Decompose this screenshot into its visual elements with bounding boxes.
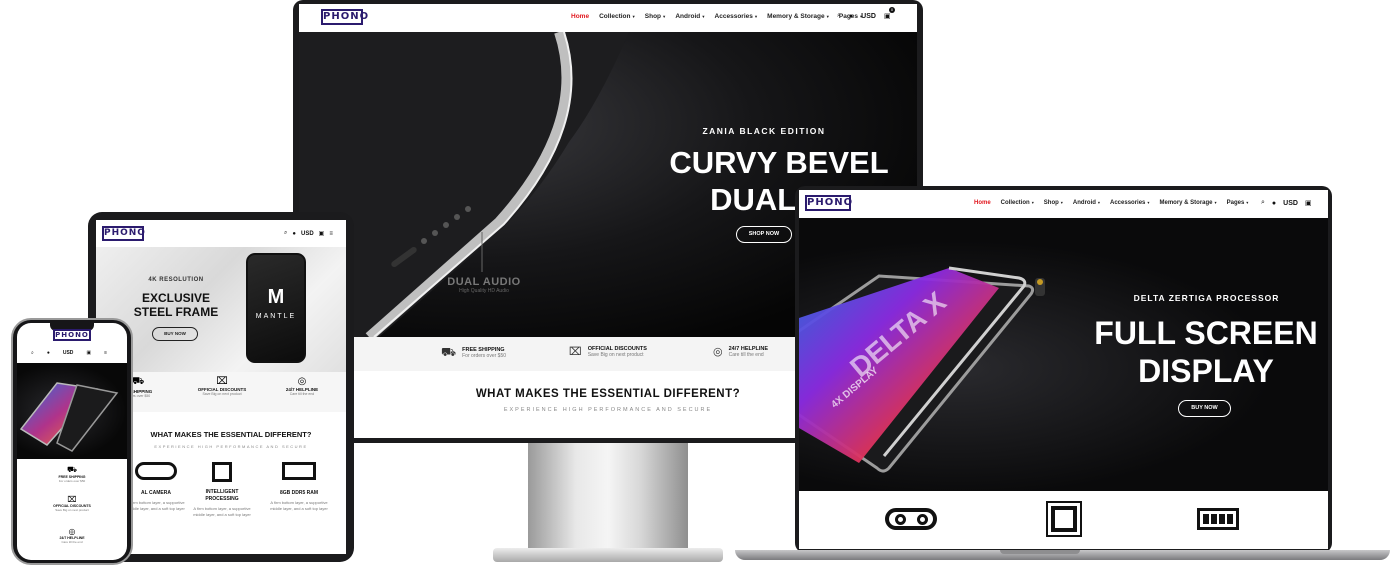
nav-home[interactable]: Home (974, 200, 991, 206)
feature-official-discounts: ⌧ OFFICIAL DISCOUNTS Save Big on next pr… (188, 376, 256, 396)
cart-icon[interactable]: ▣ (86, 350, 91, 356)
headset-icon: ◎ (68, 527, 76, 536)
processor-icon (1051, 506, 1077, 532)
currency-selector[interactable]: USD (861, 13, 876, 20)
main-nav: Home Collection ▾ Shop ▾ Android ▾ Accessor… (974, 200, 1248, 206)
discount-icon: ⌧ (216, 376, 228, 387)
site-logo[interactable]: PHONO (53, 329, 91, 341)
feature-helpline: ◎ 24/7 HELPLINE Care till the end (713, 345, 769, 359)
nav-android[interactable]: Android ▾ (675, 13, 704, 20)
section-title: WHAT MAKES THE ESSENTIAL DIFFERENT? (150, 430, 312, 439)
mantle-logo-icon: M (267, 286, 285, 308)
headset-icon: ◎ (713, 346, 723, 358)
feature-card-camera: AL CAMERA A firm bottom layer, a support… (126, 462, 186, 512)
cart-count: 0 (888, 7, 895, 13)
monitor-stand-base (493, 548, 723, 562)
processor-icon (212, 462, 232, 482)
header-icons: ⌕ ● USD ▣ ≡ (284, 230, 333, 237)
nav-collection[interactable]: Collection ▾ (599, 13, 635, 20)
phone-hero (17, 363, 127, 459)
tablet-screen: PHONO ⌕ ● USD ▣ ≡ 4K RESOLUTION EXCLUSIV… (96, 220, 346, 554)
hero-title: FULL SCREEN DISPLAY (1094, 315, 1318, 389)
nav-shop[interactable]: Shop ▾ (645, 13, 666, 20)
hero-kicker: ZANIA BLACK EDITION (702, 126, 826, 136)
search-icon[interactable]: ⌕ (1261, 199, 1265, 207)
site-logo[interactable]: PHONO (805, 195, 852, 211)
main-nav: Home Collection ▾ Shop ▾ Android ▾ Accessor… (571, 13, 862, 20)
header-icons: ⌕ ● USD ▣ 0 (837, 7, 895, 20)
header-icons: ⌕ ● USD ▣ (1261, 199, 1312, 207)
nav-memory-storage[interactable]: Memory & Storage ▾ (767, 13, 829, 20)
user-icon[interactable]: ● (292, 231, 296, 237)
shop-now-button[interactable]: SHOP NOW (736, 226, 792, 243)
nav-collection[interactable]: Collection ▾ (1001, 200, 1034, 206)
nav-shop[interactable]: Shop ▾ (1044, 200, 1063, 206)
phone-feature-shipping: ⛟ FREE SHIPPING For orders over $50 (17, 465, 127, 483)
laptop-hero: DELTA X 4X DISPLAY DELTA ZERTIGA PROCESS… (799, 218, 1328, 491)
camera-icon (135, 462, 177, 480)
menu-icon[interactable]: ≡ (104, 350, 107, 356)
truck-icon: ⛟ (66, 465, 78, 474)
ram-icon (1197, 508, 1239, 530)
feature-official-discounts: ⌧ OFFICIAL DISCOUNTS Save Big on next pro… (569, 345, 647, 359)
buy-now-button[interactable]: BUY NOW (1178, 400, 1231, 417)
laptop-notch (1000, 550, 1080, 554)
hero-title: EXCLUSIVE STEEL FRAME (133, 291, 219, 319)
feature-free-shipping: ⛟ FREE SHIPPING For orders over $50 (441, 345, 507, 359)
discount-icon: ⌧ (67, 495, 77, 504)
nav-android[interactable]: Android ▾ (1073, 200, 1100, 206)
user-icon[interactable]: ● (47, 350, 50, 356)
site-logo[interactable]: PHONO (102, 226, 145, 241)
currency-selector[interactable]: USD (1283, 200, 1298, 207)
tablet-hero: 4K RESOLUTION EXCLUSIVE STEEL FRAME BUY … (96, 247, 346, 372)
camera-icon (885, 508, 937, 530)
phone-feature-helpline: ◎ 24/7 HELPLINE Care till the end (17, 527, 127, 544)
user-icon[interactable]: ● (849, 13, 853, 20)
hero-kicker: DELTA ZERTIGA PROCESSOR (1133, 293, 1280, 303)
buy-now-button[interactable]: BUY NOW (152, 327, 198, 341)
nav-home[interactable]: Home (571, 13, 589, 20)
nav-accessories[interactable]: Accessories ▾ (1110, 200, 1149, 206)
ram-icon (282, 462, 316, 480)
nav-memory-storage[interactable]: Memory & Storage ▾ (1159, 200, 1216, 206)
currency-selector[interactable]: USD (301, 231, 314, 237)
dual-audio-label: DUAL AUDIO High Quality HD Audio (447, 276, 521, 294)
features-row: ⛟ TE SHIPPING orders over $50 ⌧ OFFICIAL… (96, 372, 346, 412)
discount-icon: ⌧ (569, 346, 582, 358)
menu-icon[interactable]: ≡ (329, 231, 333, 237)
currency-selector[interactable]: USD (63, 350, 74, 356)
mantle-phone-image: M MANTLE (246, 253, 306, 363)
phone-x-image (19, 382, 119, 452)
search-icon[interactable]: ⌕ (284, 230, 287, 237)
header-icons: ⌕ ● USD ▣ ≡ (31, 350, 107, 356)
section-subtitle: EXPERIENCE HIGH PERFORMANCE AND SECURE (154, 444, 308, 449)
feature-helpline: ◎ 24/7 HELPLINE Care till the end (272, 376, 332, 396)
search-icon[interactable]: ⌕ (837, 12, 841, 20)
search-icon[interactable]: ⌕ (31, 350, 34, 356)
feature-card-processor: INTELLIGENT PROCESSING A firm bottom lay… (192, 462, 252, 518)
nav-accessories[interactable]: Accessories ▾ (715, 13, 758, 20)
phone-screen: PHONO ⌕ ● USD ▣ ≡ ⛟ FREE SHIPPING For or… (17, 323, 127, 560)
cart-icon[interactable]: ▣ (1305, 199, 1312, 207)
cart-icon[interactable]: ▣ (319, 230, 325, 237)
mantle-brand: MANTLE (255, 313, 297, 320)
feature-card-ram: 8GB DDR5 RAM A firm bottom layer, a supp… (268, 462, 330, 512)
nav-pages[interactable]: Pages ▾ (1227, 200, 1249, 206)
monitor-stand-neck (528, 440, 688, 550)
user-icon[interactable]: ● (1272, 200, 1276, 207)
hero-kicker: 4K RESOLUTION (148, 277, 204, 283)
headset-icon: ◎ (297, 376, 307, 387)
cart-icon[interactable]: ▣ 0 (884, 7, 895, 20)
laptop-screen: PHONO Home Collection ▾ Shop ▾ Android ▾ Ac… (799, 190, 1328, 549)
phone-feature-discounts: ⌧ OFFICIAL DISCOUNTS Save Big on next pr… (17, 495, 127, 512)
truck-icon: ⛟ (441, 345, 457, 359)
site-logo[interactable]: PHONO (321, 9, 368, 25)
